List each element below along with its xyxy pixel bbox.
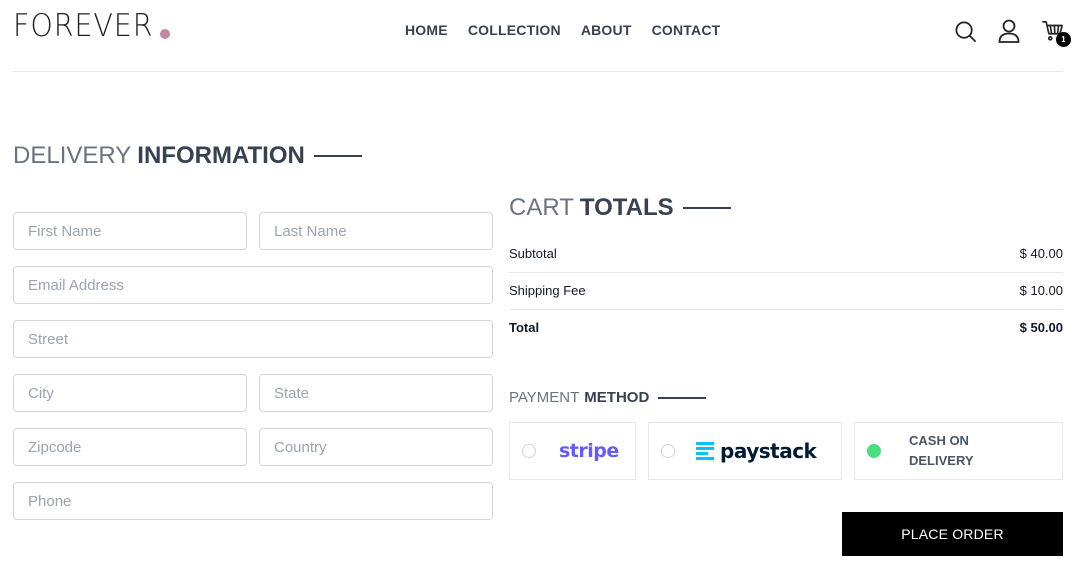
total-row: Total $ 50.00 — [509, 320, 1063, 335]
delivery-title-bold: INFORMATION — [137, 142, 305, 169]
nav-home[interactable]: HOME — [405, 22, 448, 38]
brand-dot — [159, 29, 170, 39]
payment-option-paystack[interactable]: paystack — [648, 422, 842, 480]
cart-totals-title: CART TOTALS — [509, 194, 731, 222]
cod-label: CASH ON DELIVERY — [909, 433, 974, 468]
state-field[interactable] — [259, 374, 493, 412]
shipping-value: $ 10.00 — [1019, 283, 1063, 298]
brand-logo[interactable]: FOREVER — [13, 8, 170, 44]
subtotal-label: Subtotal — [509, 246, 557, 261]
delivery-title: DELIVERY INFORMATION — [13, 142, 362, 170]
cart-totals-title-bold: TOTALS — [579, 194, 674, 221]
cart-count-badge: 1 — [1056, 32, 1071, 47]
street-field[interactable] — [13, 320, 493, 358]
paystack-mark-icon — [696, 442, 714, 460]
place-order-button[interactable]: PLACE ORDER — [842, 512, 1063, 556]
title-underline — [658, 396, 707, 399]
stripe-logo: stripe — [559, 440, 619, 462]
search-icon[interactable] — [953, 18, 977, 44]
country-field[interactable] — [259, 428, 493, 466]
delivery-title-light: DELIVERY — [13, 142, 132, 169]
brand-name: FOREVER — [13, 8, 154, 44]
subtotal-value: $ 40.00 — [1019, 246, 1063, 261]
paystack-radio[interactable] — [661, 444, 675, 458]
cart-totals-title-light: CART — [509, 194, 574, 221]
shipping-label: Shipping Fee — [509, 283, 586, 298]
nav-contact[interactable]: CONTACT — [652, 22, 721, 38]
payment-option-cod[interactable]: CASH ON DELIVERY — [854, 422, 1063, 480]
subtotal-row: Subtotal $ 40.00 — [509, 246, 1063, 261]
profile-icon[interactable] — [997, 18, 1021, 44]
payment-title-light: PAYMENT — [509, 389, 580, 406]
paystack-wordmark: paystack — [720, 439, 817, 463]
header-divider — [13, 71, 1063, 72]
phone-field[interactable] — [13, 482, 493, 520]
totals-divider — [509, 272, 1063, 273]
city-field[interactable] — [13, 374, 247, 412]
stripe-radio[interactable] — [522, 444, 536, 458]
paystack-logo: paystack — [696, 439, 817, 463]
title-underline — [682, 207, 731, 209]
total-label: Total — [509, 320, 540, 335]
first-name-field[interactable] — [13, 212, 247, 250]
total-value: $ 50.00 — [1019, 320, 1063, 335]
last-name-field[interactable] — [259, 212, 493, 250]
payment-option-stripe[interactable]: stripe — [509, 422, 636, 480]
nav-collection[interactable]: COLLECTION — [468, 22, 561, 38]
main-nav: HOME COLLECTION ABOUT CONTACT — [405, 22, 720, 38]
cod-radio[interactable] — [867, 444, 881, 458]
payment-title-bold: METHOD — [584, 389, 650, 406]
cart-icon[interactable]: 1 — [1041, 18, 1071, 47]
totals-divider — [509, 309, 1063, 310]
payment-method-title: PAYMENT METHOD — [509, 389, 707, 406]
shipping-row: Shipping Fee $ 10.00 — [509, 283, 1063, 298]
title-underline — [313, 155, 362, 157]
email-field[interactable] — [13, 266, 493, 304]
header-icons: 1 — [953, 18, 1071, 47]
zipcode-field[interactable] — [13, 428, 247, 466]
nav-about[interactable]: ABOUT — [581, 22, 632, 38]
